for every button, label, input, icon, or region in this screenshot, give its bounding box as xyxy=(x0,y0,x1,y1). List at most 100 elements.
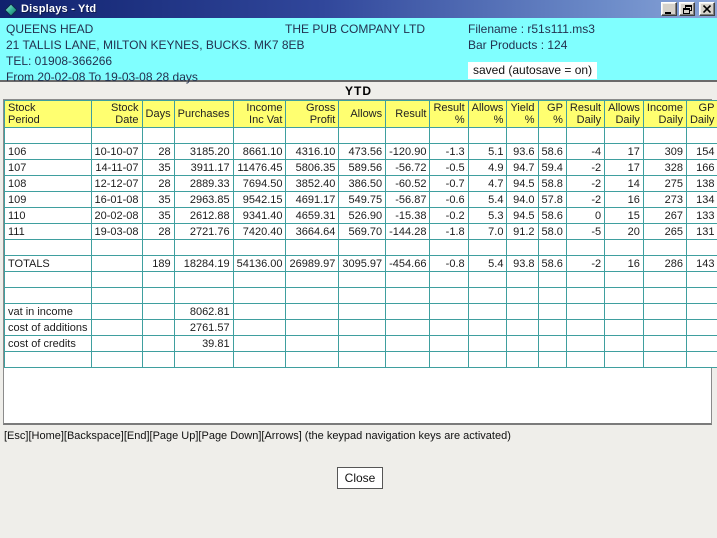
grid-cell[interactable]: 35 xyxy=(142,192,174,208)
grid-cell[interactable] xyxy=(605,288,644,304)
grid-cell[interactable]: 109 xyxy=(5,192,92,208)
grid-cell[interactable]: 5.1 xyxy=(468,144,507,160)
grid-cell[interactable]: 4316.10 xyxy=(286,144,339,160)
grid-cell[interactable] xyxy=(538,304,566,320)
grid-cell[interactable]: 3095.97 xyxy=(339,256,386,272)
grid-cell[interactable]: -4 xyxy=(566,144,604,160)
grid-cell[interactable] xyxy=(686,320,717,336)
grid-cell[interactable]: 549.75 xyxy=(339,192,386,208)
grid-cell[interactable] xyxy=(686,336,717,352)
grid-cell[interactable] xyxy=(5,272,92,288)
grid-cell[interactable]: 3664.64 xyxy=(286,224,339,240)
grid-cell[interactable]: 5.3 xyxy=(468,208,507,224)
grid-cell[interactable] xyxy=(91,352,142,368)
grid-cell[interactable] xyxy=(430,288,468,304)
grid-cell[interactable]: -0.6 xyxy=(430,192,468,208)
grid-cell[interactable]: 131 xyxy=(686,224,717,240)
grid-cell[interactable]: TOTALS xyxy=(5,256,92,272)
grid-cell[interactable] xyxy=(643,320,686,336)
grid-cell[interactable]: 166 xyxy=(686,160,717,176)
grid-cell[interactable] xyxy=(538,352,566,368)
grid-cell[interactable]: 3185.20 xyxy=(174,144,233,160)
grid-cell[interactable]: 107 xyxy=(5,160,92,176)
grid-cell[interactable] xyxy=(233,336,286,352)
grid-cell[interactable]: 94.7 xyxy=(507,160,538,176)
grid-cell[interactable] xyxy=(142,240,174,256)
grid-cell[interactable] xyxy=(468,288,507,304)
grid-cell[interactable] xyxy=(468,304,507,320)
grid-cell[interactable] xyxy=(468,336,507,352)
grid-cell[interactable] xyxy=(566,288,604,304)
grid-cell[interactable] xyxy=(174,272,233,288)
grid-cell[interactable]: 4659.31 xyxy=(286,208,339,224)
grid-cell[interactable] xyxy=(386,272,430,288)
grid-cell[interactable] xyxy=(605,128,644,144)
grid-cell[interactable]: 273 xyxy=(643,192,686,208)
grid-cell[interactable] xyxy=(430,352,468,368)
grid-cell[interactable] xyxy=(286,336,339,352)
grid-cell[interactable] xyxy=(643,304,686,320)
grid-cell[interactable]: 16-01-08 xyxy=(91,192,142,208)
grid-cell[interactable] xyxy=(430,304,468,320)
grid-cell[interactable] xyxy=(91,288,142,304)
grid-cell[interactable] xyxy=(605,272,644,288)
grid-cell[interactable] xyxy=(174,352,233,368)
grid-cell[interactable] xyxy=(566,304,604,320)
grid-cell[interactable]: 5.4 xyxy=(468,256,507,272)
grid-cell[interactable] xyxy=(233,320,286,336)
grid-cell[interactable]: 94.0 xyxy=(507,192,538,208)
grid-cell[interactable]: 39.81 xyxy=(174,336,233,352)
grid-cell[interactable]: 91.2 xyxy=(507,224,538,240)
grid-cell[interactable]: 7.0 xyxy=(468,224,507,240)
grid-cell[interactable]: -1.8 xyxy=(430,224,468,240)
grid-cell[interactable] xyxy=(538,240,566,256)
grid-cell[interactable]: 133 xyxy=(686,208,717,224)
grid-cell[interactable] xyxy=(566,240,604,256)
grid-cell[interactable] xyxy=(233,352,286,368)
grid-cell[interactable]: 28 xyxy=(142,176,174,192)
grid-cell[interactable]: 134 xyxy=(686,192,717,208)
grid-cell[interactable] xyxy=(507,128,538,144)
grid-cell[interactable]: 10-10-07 xyxy=(91,144,142,160)
grid-cell[interactable]: 28 xyxy=(142,224,174,240)
grid-cell[interactable]: 9542.15 xyxy=(233,192,286,208)
grid-cell[interactable] xyxy=(566,128,604,144)
grid-cell[interactable] xyxy=(643,352,686,368)
grid-cell[interactable]: -2 xyxy=(566,192,604,208)
grid-cell[interactable] xyxy=(686,352,717,368)
grid-cell[interactable] xyxy=(386,352,430,368)
grid-cell[interactable]: 2721.76 xyxy=(174,224,233,240)
grid-cell[interactable] xyxy=(538,272,566,288)
grid-cell[interactable] xyxy=(91,272,142,288)
grid-cell[interactable]: 7694.50 xyxy=(233,176,286,192)
grid-cell[interactable]: 2963.85 xyxy=(174,192,233,208)
minimize-button[interactable] xyxy=(661,2,677,16)
grid-cell[interactable]: -15.38 xyxy=(386,208,430,224)
grid-cell[interactable] xyxy=(643,336,686,352)
grid-cell[interactable] xyxy=(686,128,717,144)
grid-cell[interactable]: 54136.00 xyxy=(233,256,286,272)
grid-cell[interactable]: cost of credits xyxy=(5,336,92,352)
grid-cell[interactable] xyxy=(233,128,286,144)
grid-cell[interactable] xyxy=(286,128,339,144)
grid-cell[interactable] xyxy=(286,304,339,320)
grid-cell[interactable] xyxy=(386,320,430,336)
grid-cell[interactable] xyxy=(507,288,538,304)
grid-cell[interactable]: 309 xyxy=(643,144,686,160)
grid-cell[interactable]: -0.2 xyxy=(430,208,468,224)
grid-cell[interactable]: 14 xyxy=(605,176,644,192)
grid-cell[interactable] xyxy=(538,320,566,336)
grid-cell[interactable]: 9341.40 xyxy=(233,208,286,224)
grid-cell[interactable] xyxy=(430,272,468,288)
grid-cell[interactable]: 15 xyxy=(605,208,644,224)
grid-cell[interactable] xyxy=(686,240,717,256)
grid-cell[interactable]: 4.7 xyxy=(468,176,507,192)
grid-cell[interactable] xyxy=(386,288,430,304)
grid-cell[interactable] xyxy=(566,272,604,288)
grid-cell[interactable]: -0.8 xyxy=(430,256,468,272)
grid-cell[interactable] xyxy=(91,304,142,320)
grid-cell[interactable] xyxy=(174,288,233,304)
grid-cell[interactable] xyxy=(430,240,468,256)
grid-cell[interactable] xyxy=(468,128,507,144)
grid-cell[interactable]: 569.70 xyxy=(339,224,386,240)
